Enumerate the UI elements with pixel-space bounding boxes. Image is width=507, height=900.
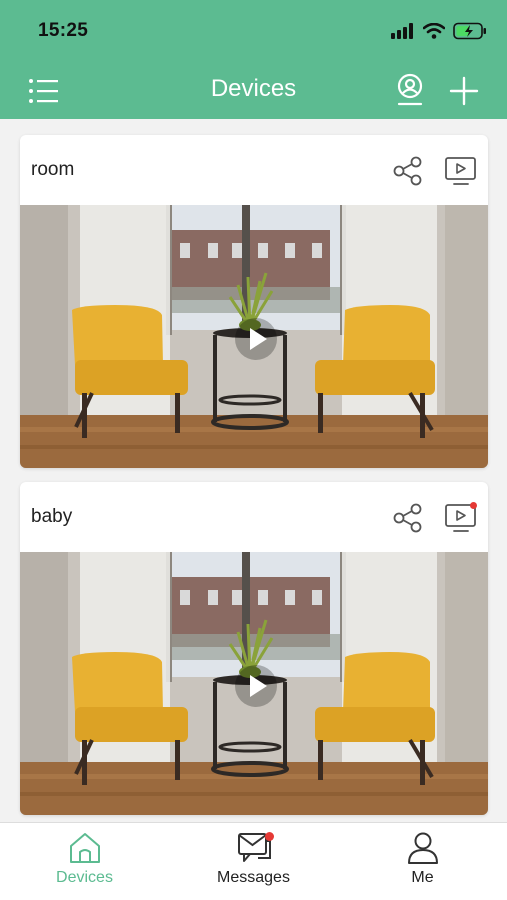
person-icon [407,832,438,864]
plus-icon [449,76,479,106]
share-button[interactable] [392,155,424,187]
video-play-icon[interactable] [234,317,278,361]
signal-icon [391,23,413,39]
status-icons [391,20,487,42]
tab-me[interactable]: Me [338,823,507,900]
device-card-header: baby [20,482,488,552]
tab-label: Messages [217,869,290,886]
share-icon [393,503,422,533]
location-person-icon [397,73,423,106]
status-bar: 15:25 [0,0,507,60]
wifi-icon [423,23,445,39]
device-card: room [20,135,488,468]
playback-button[interactable] [444,502,478,534]
messages-badge [264,832,274,841]
device-name: room [31,159,75,180]
device-card-header: room [20,135,488,205]
app-header: 15:25 Devices [0,0,507,119]
new-playback-badge [470,502,477,509]
home-icon [69,833,100,863]
playback-icon [445,157,476,185]
video-play-icon[interactable] [234,664,278,708]
status-time: 15:25 [38,20,89,41]
tab-devices[interactable]: Devices [0,823,169,900]
tab-label: Devices [56,869,113,886]
camera-preview[interactable] [20,552,488,815]
device-name: baby [31,506,73,527]
tab-messages[interactable]: Messages [169,823,338,900]
location-button[interactable] [394,73,426,107]
device-card: baby [20,482,488,815]
share-button[interactable] [392,502,424,534]
camera-preview[interactable] [20,205,488,468]
tab-bar: Devices Messages Me [0,822,507,900]
add-device-button[interactable] [449,76,479,106]
page-title: Devices [210,75,297,102]
playback-button[interactable] [444,155,478,187]
share-icon [393,156,422,186]
nav-bar: Devices [0,60,507,119]
tab-label: Me [411,869,434,886]
battery-charging-icon [453,22,486,40]
